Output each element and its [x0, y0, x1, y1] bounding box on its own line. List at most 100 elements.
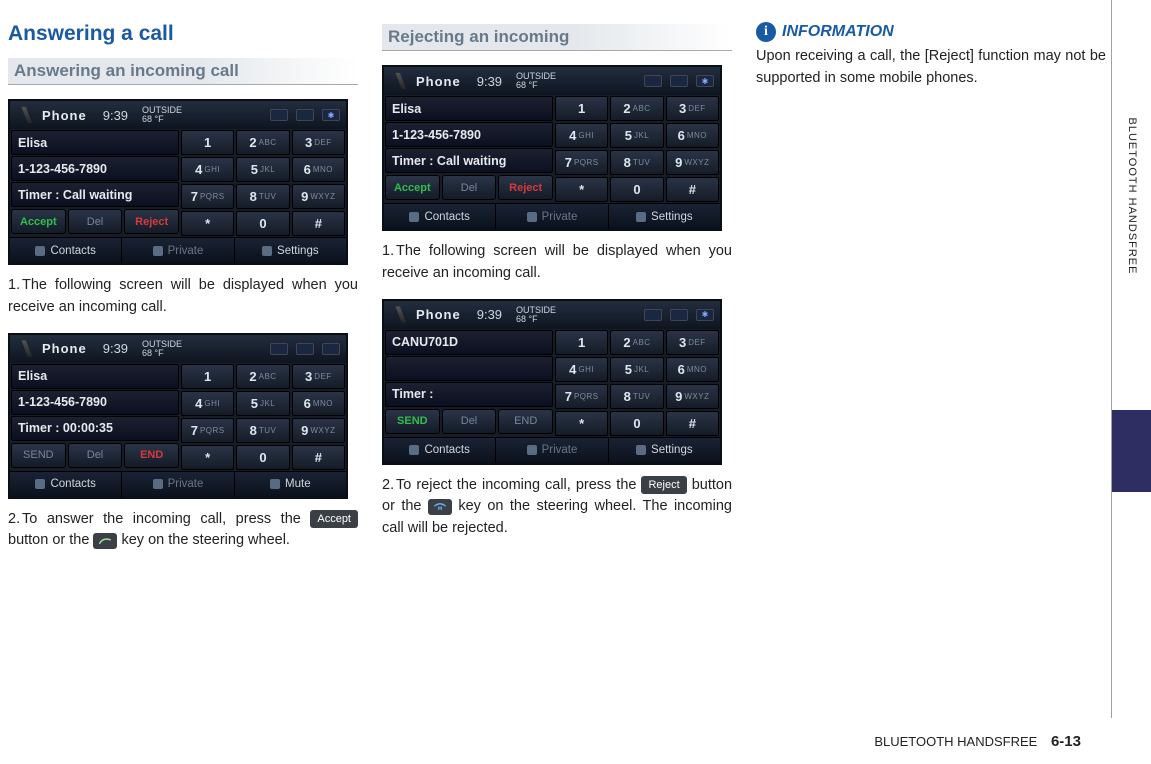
signal-icon	[296, 343, 314, 355]
del-button[interactable]: Del	[68, 209, 123, 234]
private-icon	[153, 246, 163, 256]
key-5[interactable]: 5JKL	[236, 157, 289, 182]
contacts-button[interactable]: Contacts	[10, 472, 122, 497]
key-5[interactable]: 5JKL	[236, 391, 289, 416]
screen-time: 9:39	[103, 341, 128, 356]
private-button[interactable]: Private	[496, 204, 608, 229]
private-button[interactable]: Private	[122, 238, 234, 263]
key-2[interactable]: 2ABC	[610, 96, 663, 121]
key-9[interactable]: 9WXYZ	[666, 150, 719, 175]
contacts-icon	[409, 212, 419, 222]
del-button[interactable]: Del	[68, 443, 123, 468]
key-8[interactable]: 8TUV	[610, 384, 663, 409]
key-0[interactable]: 0	[236, 445, 289, 470]
action-row: Accept Del Reject	[384, 174, 554, 201]
key-3[interactable]: 3DEF	[292, 364, 345, 389]
settings-button[interactable]: Settings	[235, 238, 346, 263]
key-6[interactable]: 6MNO	[666, 357, 719, 382]
key-2[interactable]: 2ABC	[236, 364, 289, 389]
action-row: SEND Del END	[10, 442, 180, 469]
key-star[interactable]: *	[181, 211, 234, 236]
key-0[interactable]: 0	[610, 411, 663, 436]
accept-button[interactable]: Accept	[385, 175, 440, 200]
key-6[interactable]: 6MNO	[292, 157, 345, 182]
reject-button[interactable]: Reject	[498, 175, 553, 200]
private-button[interactable]: Private	[122, 472, 234, 497]
end-button[interactable]: END	[124, 443, 179, 468]
key-hash[interactable]: #	[666, 411, 719, 436]
handset-icon	[322, 343, 340, 355]
key-hash[interactable]: #	[666, 177, 719, 202]
key-6[interactable]: 6MNO	[292, 391, 345, 416]
battery-icon	[644, 75, 662, 87]
key-9[interactable]: 9WXYZ	[292, 184, 345, 209]
screen-temp: OUTSIDE68 °F	[142, 340, 182, 358]
key-8[interactable]: 8TUV	[610, 150, 663, 175]
screen-temp: OUTSIDE68 °F	[142, 106, 182, 124]
key-1[interactable]: 1	[181, 130, 234, 155]
dial-number	[385, 356, 553, 381]
key-1[interactable]: 1	[181, 364, 234, 389]
key-6[interactable]: 6MNO	[666, 123, 719, 148]
contacts-button[interactable]: Contacts	[384, 204, 496, 229]
mute-icon	[270, 479, 280, 489]
key-4[interactable]: 4GHI	[555, 123, 608, 148]
send-button[interactable]: SEND	[11, 443, 66, 468]
key-0[interactable]: 0	[610, 177, 663, 202]
screen-title: Phone	[416, 307, 461, 322]
key-7[interactable]: 7PQRS	[181, 418, 234, 443]
key-3[interactable]: 3DEF	[666, 330, 719, 355]
key-1[interactable]: 1	[555, 96, 608, 121]
info-icon: i	[756, 22, 776, 42]
key-2[interactable]: 2ABC	[236, 130, 289, 155]
key-hash[interactable]: #	[292, 211, 345, 236]
gear-icon	[636, 212, 646, 222]
contacts-button[interactable]: Contacts	[10, 238, 122, 263]
private-button[interactable]: Private	[496, 438, 608, 463]
page-columns: Answering a call Answering an incoming c…	[0, 0, 1151, 700]
column-1: Answering a call Answering an incoming c…	[8, 20, 358, 700]
key-7[interactable]: 7PQRS	[181, 184, 234, 209]
settings-button[interactable]: Settings	[609, 204, 720, 229]
key-star[interactable]: *	[181, 445, 234, 470]
inline-accept-button: Accept	[310, 510, 358, 529]
key-3[interactable]: 3DEF	[292, 130, 345, 155]
key-9[interactable]: 9WXYZ	[666, 384, 719, 409]
key-7[interactable]: 7PQRS	[555, 384, 608, 409]
mute-button[interactable]: Mute	[235, 472, 346, 497]
del-button[interactable]: Del	[442, 175, 497, 200]
key-5[interactable]: 5JKL	[610, 123, 663, 148]
key-star[interactable]: *	[555, 411, 608, 436]
battery-icon	[270, 109, 288, 121]
key-star[interactable]: *	[555, 177, 608, 202]
battery-icon	[270, 343, 288, 355]
inline-reject-button: Reject	[641, 476, 686, 495]
key-8[interactable]: 8TUV	[236, 418, 289, 443]
reject-button[interactable]: Reject	[124, 209, 179, 234]
key-9[interactable]: 9WXYZ	[292, 418, 345, 443]
action-row: SEND Del END	[384, 408, 554, 435]
screen-topbar: Phone 9:39 OUTSIDE68 °F ✱	[384, 67, 720, 95]
caller-name: Elisa	[11, 364, 179, 389]
end-button[interactable]: END	[498, 409, 553, 434]
key-hash[interactable]: #	[292, 445, 345, 470]
key-0[interactable]: 0	[236, 211, 289, 236]
key-4[interactable]: 4GHI	[555, 357, 608, 382]
key-8[interactable]: 8TUV	[236, 184, 289, 209]
key-5[interactable]: 5JKL	[610, 357, 663, 382]
key-3[interactable]: 3DEF	[666, 96, 719, 121]
key-7[interactable]: 7PQRS	[555, 150, 608, 175]
contacts-button[interactable]: Contacts	[384, 438, 496, 463]
key-4[interactable]: 4GHI	[181, 157, 234, 182]
send-button[interactable]: SEND	[385, 409, 440, 434]
settings-button[interactable]: Settings	[609, 438, 720, 463]
accept-button[interactable]: Accept	[11, 209, 66, 234]
information-body: Upon receiving a call, the [Reject] func…	[756, 46, 1106, 90]
key-1[interactable]: 1	[555, 330, 608, 355]
screen-temp: OUTSIDE68 °F	[516, 72, 556, 90]
key-4[interactable]: 4GHI	[181, 391, 234, 416]
call-timer: Timer : 00:00:35	[11, 416, 179, 441]
screen-title: Phone	[416, 74, 461, 89]
key-2[interactable]: 2ABC	[610, 330, 663, 355]
del-button[interactable]: Del	[442, 409, 497, 434]
